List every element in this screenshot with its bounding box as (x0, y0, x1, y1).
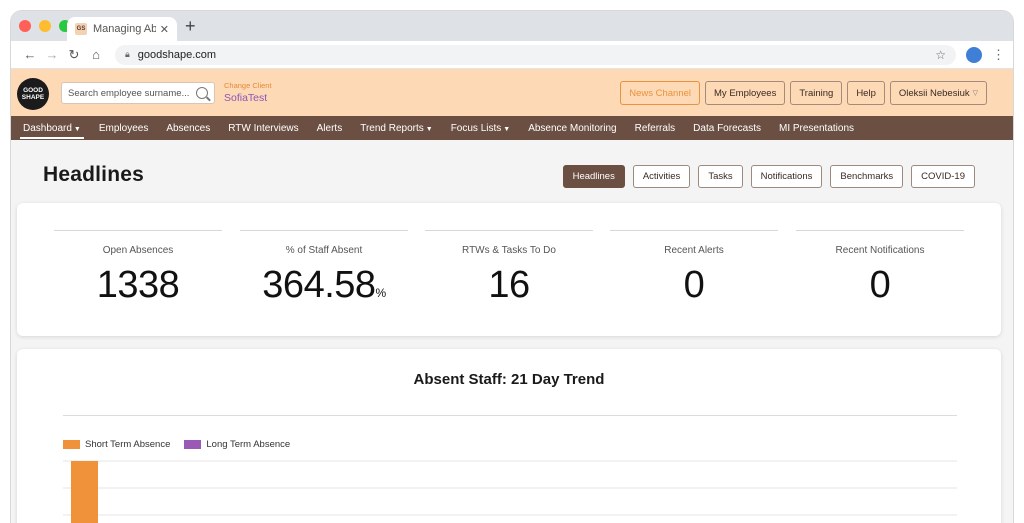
change-client-link[interactable]: Change Client (224, 81, 272, 90)
stat-value: 364.58% (262, 264, 387, 306)
nav-mi-presentations[interactable]: MI Presentations (779, 123, 854, 134)
app-header: GOOD SHAPE Search employee surname... Ch… (11, 69, 1013, 116)
stat-label: RTWs & Tasks To Do (462, 245, 556, 256)
stat-value: 0 (869, 264, 891, 306)
nav-rtw-interviews[interactable]: RTW Interviews (228, 123, 298, 134)
browser-tabstrip: GS Managing Ab ✕ + (11, 11, 1013, 41)
client-name: SofiaTest (224, 92, 268, 104)
legend-label: Short Term Absence (85, 439, 171, 450)
chart-legend: Short Term Absence Long Term Absence (63, 439, 290, 450)
good-shape-logo[interactable]: GOOD SHAPE (17, 78, 49, 110)
browser-window: GS Managing Ab ✕ + ← → ↻ ⌂ 🔒︎ goodshape.… (10, 10, 1014, 523)
window-controls (19, 20, 71, 32)
help-button[interactable]: Help (847, 81, 885, 105)
browser-tab[interactable]: GS Managing Ab ✕ (67, 17, 177, 41)
employee-search-input[interactable]: Search employee surname... (61, 82, 215, 104)
forward-icon[interactable]: → (41, 47, 63, 62)
new-tab-icon[interactable]: + (185, 17, 196, 35)
chevron-down-icon: ▽ (972, 90, 978, 97)
chevron-down-icon: ▼ (425, 125, 433, 133)
tab-activities[interactable]: Activities (632, 165, 691, 188)
tab-headlines[interactable]: Headlines (562, 165, 625, 188)
stat-staff-absent[interactable]: % of Staff Absent 364.58% (240, 230, 408, 307)
address-bar: ← → ↻ ⌂ 🔒︎ goodshape.com ☆ ⋮ (11, 41, 1013, 69)
page-content: Headlines Headlines Activities Tasks Not… (11, 141, 1013, 523)
profile-avatar[interactable] (966, 46, 982, 63)
chevron-down-icon: ▼ (503, 125, 511, 133)
news-channel-button[interactable]: News Channel (620, 81, 701, 105)
stat-recent-notifications[interactable]: Recent Notifications 0 (796, 230, 964, 307)
nav-absences[interactable]: Absences (166, 123, 210, 134)
header-buttons: News Channel My Employees Training Help … (620, 81, 987, 105)
legend-swatch-short-term (63, 440, 80, 449)
nav-trend-reports[interactable]: Trend Reports ▼ (360, 123, 432, 134)
chart-divider (63, 415, 957, 416)
stat-open-absences[interactable]: Open Absences 1338 (54, 230, 222, 307)
nav-dashboard-label: Dashboard (23, 122, 72, 134)
bar-short-term-day-1[interactable] (71, 461, 98, 523)
tab-notifications[interactable]: Notifications (750, 165, 823, 188)
nav-trend-reports-label: Trend Reports (360, 122, 424, 134)
close-window-icon[interactable] (19, 20, 31, 32)
url-field[interactable]: 🔒︎ goodshape.com ☆ (115, 44, 956, 65)
page-tabs: Headlines Activities Tasks Notifications… (562, 165, 975, 188)
url-text: goodshape.com (137, 48, 217, 61)
trend-chart-card: Absent Staff: 21 Day Trend Short Term Ab… (17, 349, 1001, 523)
nav-referrals[interactable]: Referrals (635, 123, 676, 134)
legend-label: Long Term Absence (206, 439, 291, 450)
nav-employees[interactable]: Employees (99, 123, 148, 134)
main-nav: Dashboard ▼ Employees Absences RTW Interv… (11, 116, 1013, 140)
stat-label: Open Absences (102, 245, 174, 256)
minimize-window-icon[interactable] (39, 20, 51, 32)
training-button[interactable]: Training (790, 81, 843, 105)
nav-data-forecasts[interactable]: Data Forecasts (693, 123, 761, 134)
search-placeholder: Search employee surname... (68, 87, 190, 99)
search-icon[interactable] (196, 87, 208, 99)
trend-chart-plot (63, 460, 957, 523)
headline-stats-card: Open Absences 1338 % of Staff Absent 364… (17, 203, 1001, 336)
nav-focus-lists-label: Focus Lists (450, 122, 502, 134)
stat-unit: % (375, 286, 387, 300)
reload-icon[interactable]: ↻ (63, 47, 85, 63)
nav-dashboard[interactable]: Dashboard ▼ (20, 122, 84, 139)
favicon-icon: GS (75, 23, 87, 35)
stat-value: 0 (683, 264, 705, 306)
nav-alerts[interactable]: Alerts (317, 123, 343, 134)
home-icon[interactable]: ⌂ (85, 47, 107, 62)
nav-focus-lists[interactable]: Focus Lists ▼ (451, 123, 511, 134)
nav-absence-monitoring[interactable]: Absence Monitoring (528, 123, 616, 134)
my-employees-button[interactable]: My Employees (705, 81, 786, 105)
tab-covid-19[interactable]: COVID-19 (911, 165, 975, 188)
stat-label: Recent Alerts (664, 245, 724, 256)
stat-value: 16 (488, 264, 530, 306)
tab-close-icon[interactable]: ✕ (160, 23, 169, 36)
chart-title: Absent Staff: 21 Day Trend (413, 371, 605, 388)
stat-recent-alerts[interactable]: Recent Alerts 0 (610, 230, 778, 307)
tab-tasks[interactable]: Tasks (698, 165, 743, 188)
page-title: Headlines (43, 163, 145, 186)
user-menu-button[interactable]: Oleksii Nebesiuk ▽ (889, 81, 987, 105)
user-name: Oleksii Nebesiuk (898, 87, 970, 99)
bookmark-star-icon[interactable]: ☆ (935, 48, 946, 62)
stat-label: Recent Notifications (835, 245, 925, 256)
stat-label: % of Staff Absent (285, 245, 363, 256)
legend-swatch-long-term (184, 440, 202, 449)
stat-value: 1338 (96, 264, 180, 306)
legend-long-term[interactable]: Long Term Absence (184, 439, 290, 450)
stat-rtws-tasks[interactable]: RTWs & Tasks To Do 16 (425, 230, 593, 307)
tab-benchmarks[interactable]: Benchmarks (830, 165, 904, 188)
lock-icon: 🔒︎ (125, 49, 130, 59)
legend-short-term[interactable]: Short Term Absence (63, 439, 170, 450)
back-icon[interactable]: ← (19, 47, 41, 62)
tab-title: Managing Ab (93, 23, 156, 35)
chevron-down-icon: ▼ (73, 125, 81, 133)
browser-menu-icon[interactable]: ⋮ (992, 47, 1005, 63)
